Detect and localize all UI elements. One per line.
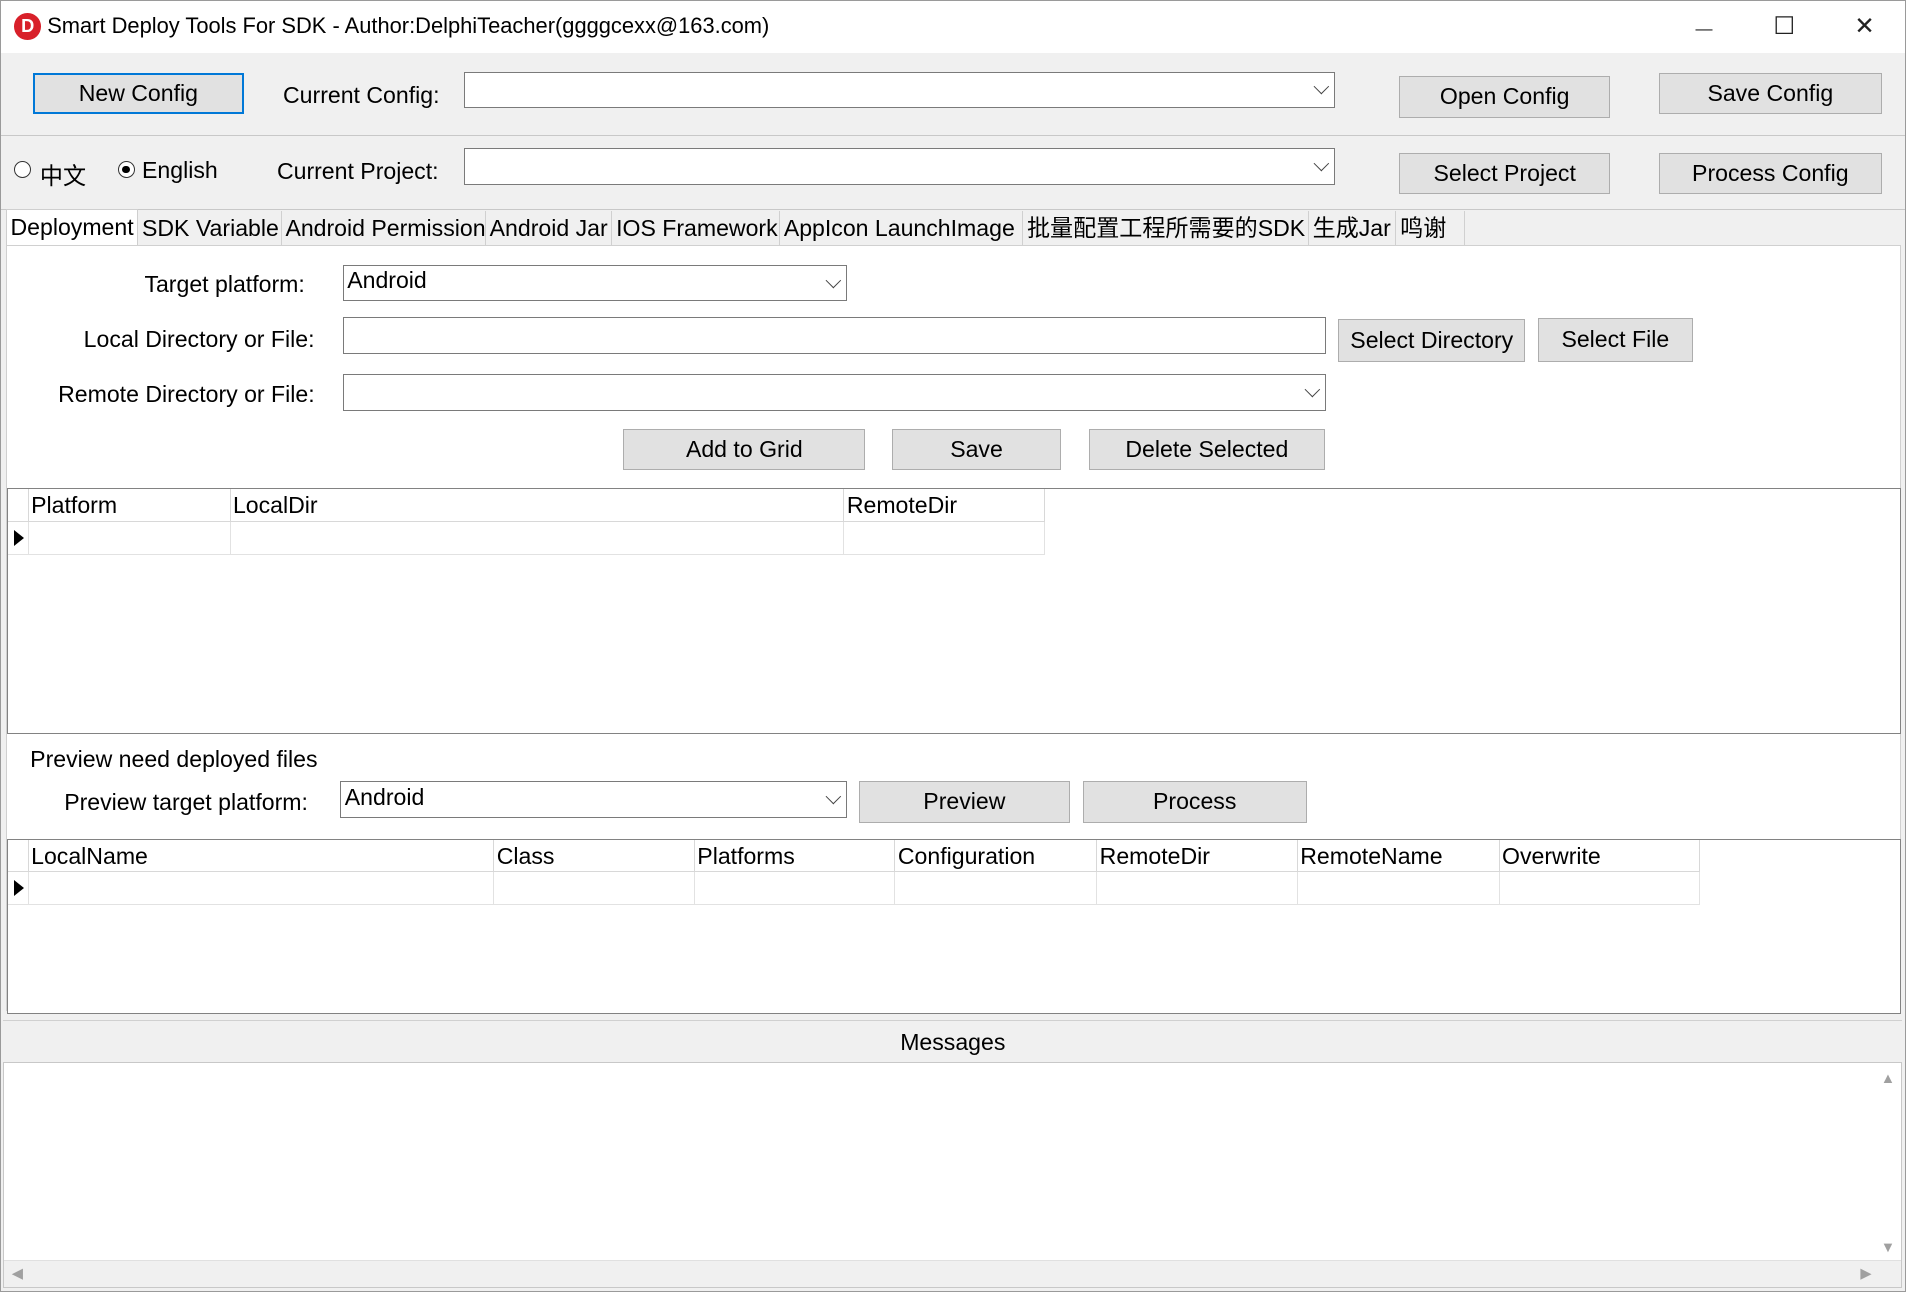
grid-header-remotename[interactable]: RemoteName	[1297, 839, 1500, 873]
deployment-grid[interactable]: Platform LocalDir RemoteDir	[7, 488, 1901, 734]
chevron-down-icon	[1304, 381, 1320, 397]
title-bar[interactable]: D Smart Deploy Tools For SDK - Author:De…	[1, 1, 1905, 54]
minimize-icon: —	[1695, 19, 1713, 38]
grid-header-overwrite[interactable]: Overwrite	[1499, 839, 1701, 873]
tab-deployment[interactable]: Deployment	[5, 208, 139, 247]
tab-generate-jar[interactable]: 生成Jar	[1309, 211, 1397, 246]
grid-cell[interactable]	[28, 522, 231, 556]
divider	[1, 134, 1905, 136]
scroll-up-icon[interactable]: ▲	[1881, 1071, 1895, 1087]
local-dir-input[interactable]	[342, 317, 1326, 354]
current-config-combo[interactable]	[464, 71, 1335, 108]
target-platform-combo[interactable]: Android	[342, 264, 848, 302]
chevron-down-icon	[1313, 78, 1329, 95]
grid-cell[interactable]	[844, 522, 1045, 556]
preview-button[interactable]: Preview	[859, 781, 1070, 823]
grid-cell[interactable]	[230, 522, 845, 556]
tab-credits[interactable]: 鸣谢	[1397, 211, 1465, 246]
tab-ios-framework[interactable]: IOS Framework	[612, 211, 781, 246]
tab-android-jar[interactable]: Android Jar	[486, 211, 613, 246]
current-row-icon	[14, 879, 25, 896]
row-indicator-cell[interactable]	[8, 522, 29, 556]
target-platform-label: Target platform:	[144, 270, 305, 297]
preview-platform-combo[interactable]: Android	[340, 781, 848, 818]
current-project-label: Current Project:	[276, 157, 439, 184]
radio-chinese[interactable]	[14, 161, 32, 179]
maximize-button[interactable]: ☐	[1744, 1, 1824, 53]
radio-chinese-label[interactable]: 中文	[40, 157, 86, 191]
delete-selected-button[interactable]: Delete Selected	[1088, 428, 1325, 471]
grid-cell[interactable]	[694, 872, 896, 906]
grid-header-remotedir[interactable]: RemoteDir	[1097, 839, 1298, 873]
grid-cell[interactable]	[895, 872, 1098, 906]
divider	[1, 208, 1905, 211]
radio-english-label[interactable]: English	[142, 157, 218, 184]
grid-header-platforms[interactable]: Platforms	[694, 839, 896, 873]
minimize-button[interactable]: —	[1664, 1, 1744, 53]
horizontal-scrollbar[interactable]: ◀ ▶	[4, 1259, 1901, 1288]
grid-header-remotedir[interactable]: RemoteDir	[844, 489, 1045, 523]
scroll-down-icon[interactable]: ▼	[1881, 1240, 1895, 1256]
main-window: D Smart Deploy Tools For SDK - Author:De…	[0, 0, 1906, 1292]
grid-cell[interactable]	[494, 872, 695, 906]
close-icon: ✕	[1854, 13, 1875, 40]
messages-memo[interactable]: ▲ ▼ ◀ ▶	[3, 1062, 1903, 1289]
grid-corner	[8, 489, 29, 523]
local-dir-label: Local Directory or File:	[83, 325, 315, 352]
close-button[interactable]: ✕	[1824, 1, 1904, 53]
remote-dir-combo[interactable]	[342, 374, 1326, 411]
save-config-button[interactable]: Save Config	[1659, 72, 1882, 115]
remote-dir-label: Remote Directory or File:	[58, 381, 315, 408]
preview-heading: Preview need deployed files	[30, 746, 318, 773]
grid-cell[interactable]	[1499, 872, 1701, 906]
window-title: Smart Deploy Tools For SDK - Author:Delp…	[47, 13, 770, 39]
select-file-button[interactable]: Select File	[1537, 318, 1694, 363]
preview-grid[interactable]: LocalName Class Platforms Configuration …	[7, 838, 1901, 1014]
grid-cell[interactable]	[1097, 872, 1298, 906]
process-config-button[interactable]: Process Config	[1659, 152, 1882, 195]
select-project-button[interactable]: Select Project	[1398, 152, 1611, 195]
target-platform-value: Android	[347, 266, 427, 293]
tab-android-permission[interactable]: Android Permission	[282, 211, 487, 246]
preview-platform-label: Preview target platform:	[64, 788, 308, 815]
app-logo-icon: D	[14, 13, 42, 40]
open-config-button[interactable]: Open Config	[1398, 76, 1611, 118]
grid-header-localdir[interactable]: LocalDir	[230, 489, 845, 523]
row-indicator-cell[interactable]	[8, 872, 29, 906]
messages-header: Messages	[3, 1019, 1903, 1064]
current-project-combo[interactable]	[464, 148, 1335, 185]
chevron-down-icon	[1313, 155, 1329, 171]
add-to-grid-button[interactable]: Add to Grid	[623, 428, 866, 471]
tab-appicon-launchimage[interactable]: AppIcon LaunchImage	[780, 211, 1024, 246]
scroll-left-icon[interactable]: ◀	[12, 1265, 23, 1282]
new-config-button[interactable]: New Config	[32, 72, 245, 115]
grid-corner	[8, 839, 29, 873]
chevron-down-icon	[825, 788, 841, 805]
grid-header-platform[interactable]: Platform	[28, 489, 231, 523]
grid-header-localname[interactable]: LocalName	[28, 839, 495, 873]
grid-cell[interactable]	[28, 872, 495, 906]
process-button[interactable]: Process	[1082, 781, 1307, 823]
save-button[interactable]: Save	[892, 428, 1061, 471]
scroll-right-icon[interactable]: ▶	[1860, 1265, 1871, 1282]
tab-batch-sdk-config[interactable]: 批量配置工程所需要的SDK	[1023, 211, 1309, 246]
radio-english[interactable]	[117, 161, 135, 179]
grid-cell[interactable]	[1297, 872, 1500, 906]
preview-platform-value: Android	[344, 783, 425, 810]
grid-header-configuration[interactable]: Configuration	[895, 839, 1098, 873]
current-row-icon	[14, 529, 25, 546]
select-directory-button[interactable]: Select Directory	[1338, 319, 1526, 363]
maximize-icon: ☐	[1773, 13, 1796, 40]
tab-sdk-variable[interactable]: SDK Variable	[138, 211, 282, 246]
current-config-label: Current Config:	[283, 82, 440, 109]
chevron-down-icon	[825, 272, 841, 288]
grid-header-class[interactable]: Class	[494, 839, 695, 873]
